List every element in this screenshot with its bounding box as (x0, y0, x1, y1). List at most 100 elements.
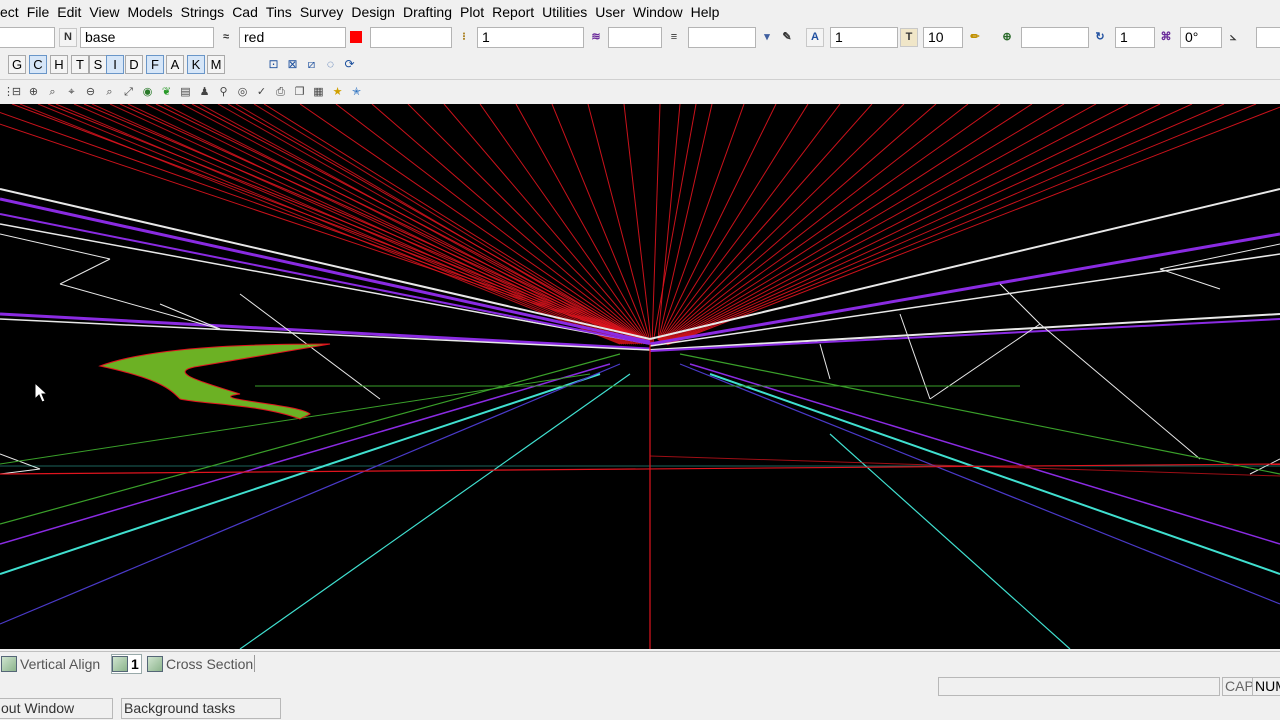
text-height-button[interactable]: T (900, 28, 918, 47)
menu-item-plot[interactable]: Plot (456, 0, 488, 24)
pick-icon[interactable]: ✓ (253, 84, 270, 101)
target-icon[interactable]: ◎ (234, 84, 251, 101)
linestyle-picker-icon[interactable]: ⁝ (455, 28, 473, 47)
angle-icon[interactable]: ⌘ (1157, 28, 1175, 47)
wireframe-line (663, 104, 1033, 344)
snap-refresh-icon[interactable]: ⟳ (341, 56, 358, 73)
weight-picker-icon[interactable]: ≋ (587, 28, 605, 47)
output-window-button[interactable]: out Window (0, 698, 113, 719)
menu-item-drafting[interactable]: Drafting (399, 0, 456, 24)
layer-toggle-a[interactable]: A (166, 55, 184, 74)
menu-item-models[interactable]: Models (123, 0, 176, 24)
lines-icon[interactable]: ≡ (665, 28, 683, 47)
extra-field[interactable] (1256, 27, 1280, 48)
background-tasks-button[interactable]: Background tasks (121, 698, 281, 719)
layer-toggle-g[interactable]: G (8, 55, 26, 74)
layer-toggle-c[interactable]: C (29, 55, 47, 74)
wireframe-line (819, 343, 831, 380)
star-blue-icon[interactable]: ✭ (348, 84, 365, 101)
snap-line-icon[interactable]: ⧄ (303, 56, 320, 73)
prev-field[interactable] (0, 27, 55, 48)
zoom-fit-icon[interactable]: ⤢ (120, 84, 137, 101)
layer-toggle-h[interactable]: H (50, 55, 68, 74)
zoom-previous-icon[interactable]: ⌕ (101, 84, 118, 101)
layer-toggle-d[interactable]: D (125, 55, 143, 74)
wireframe-line (0, 233, 111, 260)
pencil-icon[interactable]: ✏ (966, 28, 984, 47)
angle-picker-icon[interactable]: ⦣ (1224, 28, 1242, 47)
book-icon[interactable]: ▤ (177, 84, 194, 101)
wireframe-line (679, 353, 1280, 475)
chainage-field[interactable] (608, 27, 662, 48)
calculator-icon[interactable]: ▦ (310, 84, 327, 101)
menu-item-help[interactable]: Help (687, 0, 724, 24)
person-icon[interactable]: ♟ (196, 84, 213, 101)
layer-toggle-f[interactable]: F (146, 55, 164, 74)
menu-item-design[interactable]: Design (347, 0, 399, 24)
line-width-field[interactable] (688, 27, 756, 48)
weight-field[interactable]: 1 (477, 27, 584, 48)
menu-item-report[interactable]: Report (488, 0, 538, 24)
snap-point-icon[interactable]: ⊡ (265, 56, 282, 73)
pen-icon[interactable]: ✎ (778, 28, 796, 47)
symbol-field[interactable] (1021, 27, 1089, 48)
print-icon[interactable]: ⎙ (272, 84, 289, 101)
pin-icon[interactable]: ⚲ (215, 84, 232, 101)
leaf-icon[interactable]: ❦ (158, 84, 175, 101)
menu-item-cad[interactable]: Cad (228, 0, 262, 24)
menu-item-tins[interactable]: Tins (262, 0, 296, 24)
symbol-icon[interactable]: ⊕ (998, 28, 1016, 47)
zoom-extent-icon[interactable]: ⌖ (63, 84, 80, 101)
menu-item-strings[interactable]: Strings (177, 0, 229, 24)
name-button[interactable]: N (59, 28, 77, 47)
menu-item-window[interactable]: Window (629, 0, 687, 24)
factor-icon[interactable]: ↻ (1091, 28, 1109, 47)
snap-circle-icon[interactable]: ◌ (322, 56, 339, 73)
tab-cross-section[interactable]: Cross Section (147, 654, 253, 674)
chevron-down-icon[interactable]: ▾ (758, 28, 776, 47)
minus-icon[interactable]: ⊟ (8, 84, 25, 101)
wireframe-line (666, 104, 1225, 345)
layer-toggle-t[interactable]: T (71, 55, 89, 74)
zoom-out-icon[interactable]: ⊖ (82, 84, 99, 101)
menu-item-file[interactable]: File (23, 0, 54, 24)
menu-item-ect[interactable]: ect (0, 0, 23, 24)
factor-field[interactable]: 1 (1115, 27, 1155, 48)
menu-item-edit[interactable]: Edit (53, 0, 85, 24)
eye-icon[interactable]: ◉ (139, 84, 156, 101)
menu-item-survey[interactable]: Survey (296, 0, 348, 24)
model-name-field[interactable]: base (80, 27, 214, 48)
wireframe-line (665, 104, 1193, 345)
text-size-field[interactable]: 1 (830, 27, 898, 48)
linestyle-field[interactable] (370, 27, 452, 48)
tab-active-view[interactable]: 1 (111, 654, 142, 674)
wireframe-line (199, 104, 641, 345)
menu-item-view[interactable]: View (85, 0, 123, 24)
wireframe-line (1159, 268, 1221, 290)
menu-item-user[interactable]: User (591, 0, 629, 24)
colour-swatch-icon[interactable] (350, 31, 362, 43)
perspective-view-canvas[interactable] (0, 104, 1280, 649)
layer-toggle-i[interactable]: I (106, 55, 124, 74)
wireframe-line (658, 104, 713, 341)
colour-name-field[interactable]: red (239, 27, 346, 48)
mode-toolbar: GCHTSIDFAKM ⊡ ⊠ ⧄ ◌ ⟳ (0, 53, 1280, 77)
copy-icon[interactable]: ❐ (291, 84, 308, 101)
zoom-in-icon[interactable]: ⊕ (25, 84, 42, 101)
wireframe-line (657, 104, 681, 341)
view-icon (1, 656, 17, 672)
layer-toggle-k[interactable]: K (187, 55, 205, 74)
text-style-icon[interactable]: A (806, 28, 824, 47)
zoom-window-icon[interactable]: ⌕ (44, 84, 61, 101)
model-picker-icon[interactable]: ≈ (217, 28, 235, 47)
tab-vertical-align[interactable]: Vertical Align (1, 654, 100, 674)
wireframe-line (659, 104, 809, 342)
star-icon[interactable]: ★ (329, 84, 346, 101)
wireframe-line (263, 104, 646, 343)
layer-toggle-s[interactable]: S (89, 55, 107, 74)
angle-field[interactable]: 0° (1180, 27, 1222, 48)
menu-item-utilities[interactable]: Utilities (538, 0, 591, 24)
snap-window-icon[interactable]: ⊠ (284, 56, 301, 73)
text-height-field[interactable]: 10 (923, 27, 963, 48)
layer-toggle-m[interactable]: M (207, 55, 225, 74)
